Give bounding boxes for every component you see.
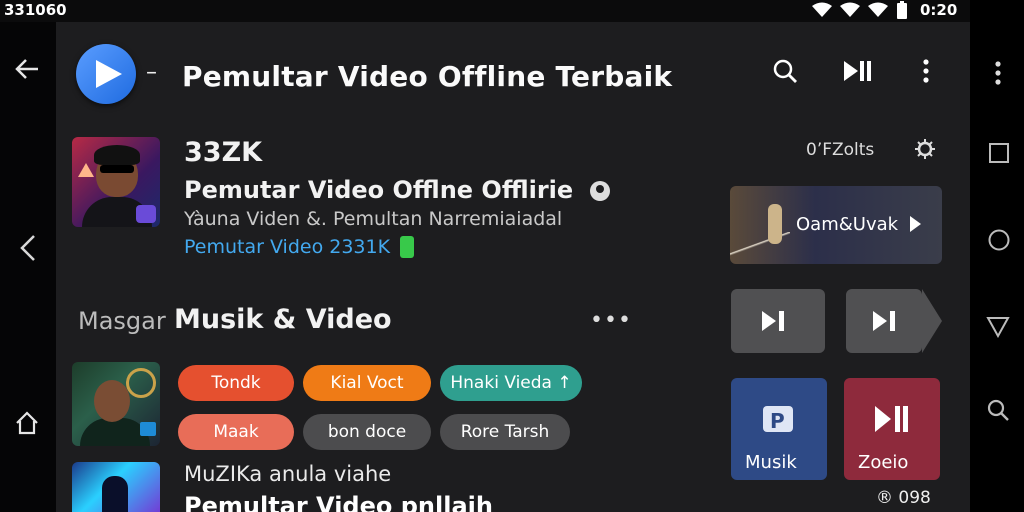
home-icon[interactable] — [14, 410, 40, 436]
thumbnail-triangle — [78, 163, 94, 177]
skip-next-icon — [873, 311, 895, 331]
play-pause-icon[interactable] — [842, 58, 872, 84]
bottom-item-subtitle[interactable]: Pemultar Video pnllaih — [184, 492, 493, 512]
thumbnail-emblem — [126, 368, 156, 398]
album-thumbnail[interactable] — [72, 137, 160, 227]
more-horizontal-icon[interactable]: ••• — [590, 308, 632, 333]
skip-next-button[interactable] — [846, 289, 922, 353]
thumbnail-figure — [102, 476, 128, 512]
play-pause-icon — [762, 311, 784, 331]
back-arrow-icon[interactable] — [14, 56, 40, 82]
battery-icon — [897, 1, 907, 19]
item-artist: 33ZK — [184, 137, 263, 168]
chip[interactable]: bon doce — [303, 414, 431, 450]
chevron-left-icon[interactable] — [18, 234, 38, 262]
album-thumbnail[interactable] — [72, 362, 160, 446]
play-pause-icon — [875, 406, 908, 432]
section-title: Musik & Video — [174, 304, 392, 335]
play-pause-button[interactable] — [731, 289, 825, 353]
thumbnail-sunglasses — [100, 165, 134, 173]
home-circle-icon[interactable] — [987, 228, 1011, 252]
banner-play-icon — [910, 216, 921, 232]
page-title: Pemultar Video Offline Terbaik — [182, 60, 673, 93]
banner-figure — [768, 204, 782, 244]
recents-square-icon[interactable] — [988, 142, 1010, 164]
main-panel: – Pemultar Video Offline Terbaik 33ZK Pe… — [56, 22, 970, 512]
chip[interactable]: Tondk — [178, 365, 294, 401]
featured-banner[interactable]: Oam&Uvak — [730, 186, 942, 264]
tile-musik-label: Musik — [745, 452, 797, 473]
tile-zoeio-label: Zoeio — [858, 452, 909, 473]
search-icon[interactable] — [986, 398, 1010, 422]
status-clock: 0:20 — [920, 1, 958, 19]
section-prefix: Masgar — [78, 307, 166, 335]
skip-button-arrow-tip — [922, 289, 942, 353]
android-icon — [400, 236, 414, 258]
item-meta[interactable]: Pemutar Video 2331K — [184, 236, 390, 258]
gear-icon[interactable] — [914, 138, 936, 160]
left-nav-bar — [0, 22, 56, 512]
wifi-icon — [840, 2, 860, 17]
play-icon — [96, 60, 122, 88]
app-bar: – Pemultar Video Offline Terbaik — [56, 22, 970, 122]
disc-icon-center — [596, 185, 604, 193]
item-subtitle: Yàuna Viden &. Pemultan Narremiaiadal — [184, 208, 563, 230]
more-vertical-icon[interactable] — [994, 60, 1002, 86]
album-thumbnail[interactable] — [72, 462, 160, 512]
tile-musik[interactable]: P Musik — [731, 378, 827, 480]
back-triangle-icon[interactable] — [986, 316, 1010, 338]
thumbnail-face — [94, 380, 130, 422]
status-text: 331060 — [4, 1, 67, 19]
thumbnail-badge — [136, 205, 156, 223]
search-icon[interactable] — [772, 58, 798, 84]
system-nav-bar — [970, 0, 1024, 512]
chip[interactable]: Rore Tarsh — [440, 414, 570, 450]
more-vertical-icon[interactable] — [922, 58, 930, 84]
chip[interactable]: Hnaki Vieda ↑ — [440, 365, 582, 401]
wifi-icon — [812, 2, 832, 17]
tile-zoeio[interactable]: Zoeio — [844, 378, 940, 480]
svg-text:P: P — [770, 409, 785, 433]
bottom-count: ® 098 — [876, 488, 931, 508]
status-icons: 0:20 — [812, 0, 957, 20]
bottom-item-title: MuZIKa anula viahe — [184, 462, 392, 486]
chip[interactable]: Kial Voct — [303, 365, 431, 401]
status-bar: 331060 0:20 — [0, 0, 1024, 22]
thumbnail-badge — [140, 422, 156, 436]
item-title[interactable]: Pemutar Video Offlne Offlirie — [184, 176, 573, 204]
title-separator: – — [146, 60, 157, 85]
app-logo[interactable] — [76, 44, 136, 104]
chip[interactable]: Maak — [178, 414, 294, 450]
right-label: 0’FZolts — [806, 140, 875, 160]
signal-icon — [868, 2, 888, 17]
banner-text: Oam&Uvak — [796, 214, 899, 235]
music-app-icon: P — [763, 406, 793, 433]
thumbnail-hair — [94, 145, 140, 165]
